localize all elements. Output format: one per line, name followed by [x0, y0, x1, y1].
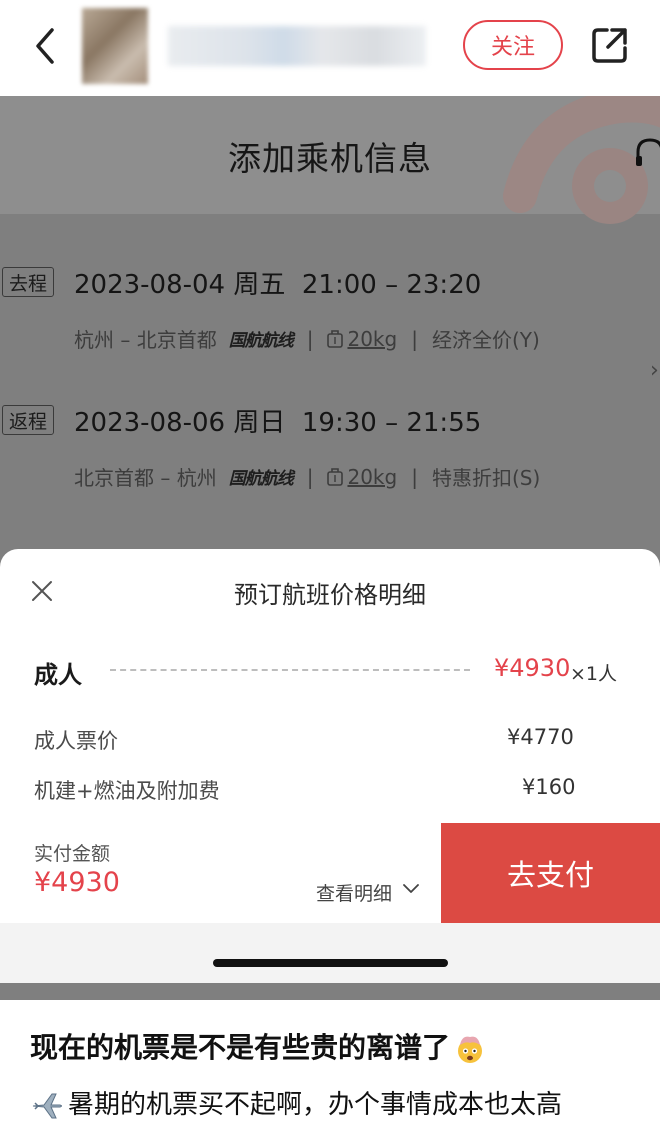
- luggage-icon: [327, 329, 344, 348]
- return-tag: 返程: [2, 405, 54, 435]
- booking-header: 添加乘机信息: [0, 96, 660, 224]
- sheet-bottom-band: [0, 923, 660, 983]
- headset-icon[interactable]: [634, 136, 660, 172]
- pay-button[interactable]: 去支付: [441, 823, 660, 923]
- payment-bar: 实付金额 ¥4930 查看明细 去支付: [0, 823, 660, 923]
- post-title: 现在的机票是不是有些贵的离谱了: [30, 1026, 486, 1066]
- page-title: 添加乘机信息: [228, 139, 432, 178]
- outbound-route: 杭州 – 北京首都: [74, 328, 217, 352]
- view-details-link[interactable]: 查看明细: [316, 879, 392, 906]
- avatar[interactable]: [82, 8, 148, 84]
- home-indicator[interactable]: [213, 959, 448, 967]
- dashed-divider: [110, 669, 470, 671]
- airline-logo: 国航航线: [228, 469, 294, 489]
- return-datetime: 2023-08-06 周日 19:30 – 21:55: [74, 408, 482, 438]
- outbound-tag: 去程: [2, 267, 54, 297]
- separator: |: [306, 326, 314, 351]
- return-route: 北京首都 – 杭州: [74, 466, 217, 490]
- airplane-emoji-icon: [32, 1093, 62, 1118]
- return-baggage[interactable]: 20kg: [347, 465, 397, 489]
- outbound-datetime: 2023-08-04 周五 21:00 – 23:20: [74, 270, 482, 300]
- airline-logo: 国航航线: [228, 331, 294, 351]
- chevron-right-icon[interactable]: ›: [650, 358, 659, 383]
- blurred-username[interactable]: [168, 26, 426, 66]
- price-detail-sheet: 预订航班价格明细 成人 ¥4930 ×1人 成人票价 ¥4770 机建+燃油及附…: [0, 549, 660, 923]
- share-icon[interactable]: [590, 25, 630, 65]
- separator: |: [306, 464, 314, 489]
- fare-value: ¥4770: [507, 725, 574, 749]
- outbound-cabin: 经济全价(Y): [431, 328, 540, 352]
- outbound-details: 杭州 – 北京首都 国航航线 | 20kg | 经济全价(Y): [74, 324, 540, 353]
- post-body: 暑期的机票买不起啊，办个事情成本也太高: [30, 1084, 562, 1121]
- follow-button[interactable]: 关注: [463, 20, 563, 70]
- exploding-head-emoji-icon: [458, 1036, 483, 1063]
- booking-screenshot: 添加乘机信息 去程 2023-08-04 周五 21:00 – 23:20 杭州…: [0, 96, 660, 1135]
- top-bar: 关注: [0, 0, 660, 96]
- paid-amount-label: 实付金额: [34, 843, 111, 865]
- post-body-text: 暑期的机票买不起啊，办个事情成本也太高: [68, 1090, 563, 1120]
- adult-label: 成人: [34, 661, 82, 689]
- outbound-baggage[interactable]: 20kg: [347, 327, 397, 351]
- luggage-icon: [327, 467, 344, 486]
- surcharge-label: 机建+燃油及附加费: [34, 779, 220, 803]
- chevron-down-icon[interactable]: [402, 883, 420, 895]
- post-content: 现在的机票是不是有些贵的离谱了 暑期的机票买不起啊，办个事情成本也太高: [0, 1000, 660, 1135]
- sheet-title: 预订航班价格明细: [234, 581, 426, 609]
- return-details: 北京首都 – 杭州 国航航线 | 20kg | 特惠折扣(S): [74, 462, 540, 491]
- adult-price: ¥4930: [494, 654, 571, 682]
- surcharge-value: ¥160: [522, 775, 576, 799]
- back-arrow-icon[interactable]: [30, 26, 60, 66]
- separator: |: [411, 326, 418, 351]
- adult-multiplier: ×1人: [570, 663, 618, 685]
- post-title-text: 现在的机票是不是有些贵的离谱了: [30, 1031, 451, 1064]
- fare-label: 成人票价: [34, 729, 118, 753]
- separator: |: [411, 464, 418, 489]
- paid-amount: ¥4930: [34, 867, 120, 898]
- return-cabin: 特惠折扣(S): [431, 466, 541, 490]
